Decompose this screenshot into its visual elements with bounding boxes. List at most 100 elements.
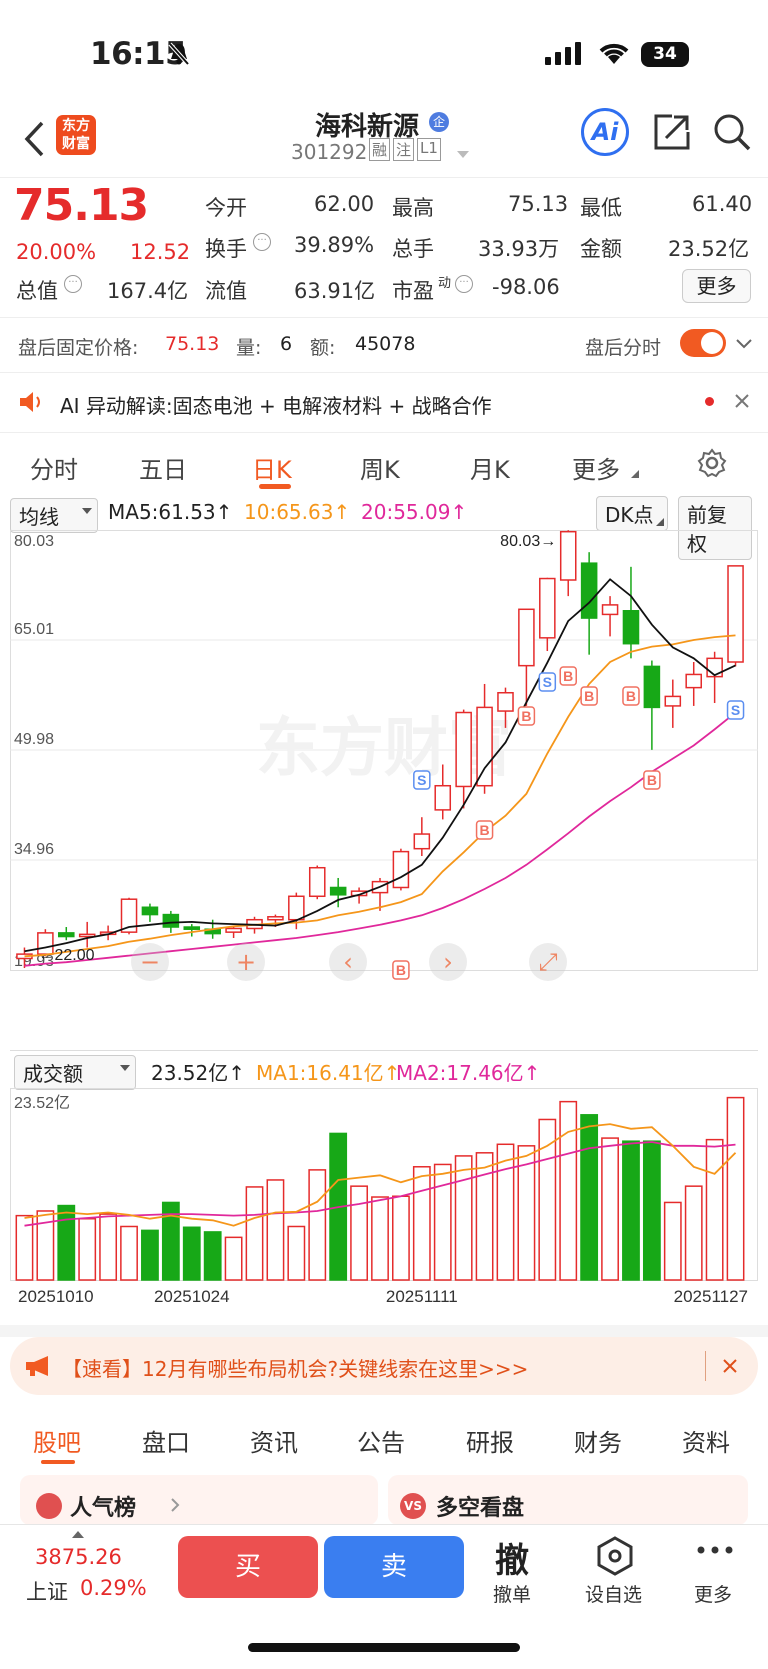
indicator-select-value: 均线	[19, 505, 59, 529]
candle-body	[392, 850, 410, 889]
candlestick-chart[interactable]: 80.0365.0149.9834.9619.93东方财富80.03→←22.0…	[10, 530, 758, 1050]
index-name: 上证	[26, 1580, 68, 1604]
expand-icon[interactable]: ⤢	[529, 943, 567, 981]
volume-bar	[538, 1118, 557, 1281]
candle-body	[183, 926, 201, 930]
dk-point-label: DK点	[605, 503, 654, 527]
pe-label: 市盈	[392, 279, 434, 303]
volume-bar	[496, 1143, 515, 1281]
dropdown-caret-icon	[82, 508, 92, 514]
tab-weekly-k[interactable]: 周K	[360, 450, 400, 485]
tab-forum[interactable]: 股吧	[33, 1423, 81, 1458]
chevron-left-icon[interactable]: ‹	[329, 943, 367, 981]
zoom-in-icon[interactable]: +	[227, 943, 265, 981]
candle-body	[455, 711, 472, 788]
y-tick-label: 49.98	[14, 731, 54, 748]
ai-button[interactable]: Ai	[581, 108, 629, 156]
add-watchlist-label[interactable]: 设自选	[585, 1580, 642, 1607]
unread-dot	[705, 397, 714, 406]
tab-monthly-k[interactable]: 月K	[470, 450, 510, 485]
dropdown-caret-icon[interactable]	[456, 150, 470, 160]
promo-text: 【速看】12月有哪些布局机会?关键线索在这里>>>	[62, 1357, 529, 1381]
volume-bar	[705, 1138, 724, 1281]
candle-body	[141, 906, 159, 916]
candle-body	[580, 562, 598, 619]
chevron-right-icon[interactable]: ›	[429, 943, 467, 981]
signal-marker-label: B	[521, 708, 531, 724]
signal-marker-label: S	[417, 772, 426, 788]
search-icon[interactable]	[712, 112, 752, 152]
volume-bar	[308, 1169, 327, 1281]
bull-bear-card[interactable]: VS 多空看盘	[388, 1475, 748, 1525]
tab-financials[interactable]: 财务	[574, 1423, 622, 1458]
info-icon[interactable]: ···	[455, 275, 473, 293]
stock-tags: 融 注 L1	[369, 138, 441, 161]
battery-icon: 34	[641, 42, 689, 67]
candle-body	[601, 604, 619, 616]
tab-five-day[interactable]: 五日	[139, 450, 187, 485]
volume-bar	[120, 1225, 138, 1281]
open-value: 62.00	[314, 192, 375, 216]
tab-intraday[interactable]: 分时	[30, 450, 78, 485]
x-axis-date-label: 20251127	[674, 1287, 748, 1306]
tab-news[interactable]: 资讯	[250, 1423, 298, 1458]
expand-icon-glyph: ⤢	[538, 948, 557, 976]
index-value[interactable]: 3875.26	[35, 1545, 122, 1569]
tab-daily-k[interactable]: 日K	[252, 450, 292, 485]
zoom-out-icon[interactable]: −	[131, 943, 169, 981]
tab-research[interactable]: 研报	[466, 1423, 514, 1458]
section-divider	[0, 1325, 768, 1337]
afterhours-amount: 45078	[355, 333, 416, 355]
candle-body	[497, 691, 514, 712]
settings-gear-icon[interactable]	[697, 448, 727, 478]
x-axis-date-label: 20251111	[386, 1287, 458, 1306]
share-icon[interactable]	[652, 112, 692, 152]
low-value: 61.40	[692, 192, 753, 216]
more-quote-button[interactable]: 更多	[682, 269, 751, 303]
buy-button[interactable]: 买	[178, 1536, 318, 1598]
close-icon[interactable]	[722, 1358, 738, 1374]
candle-body	[329, 886, 347, 896]
eastmoney-logo: 东方 财富	[56, 115, 96, 155]
cancel-order-icon[interactable]: 撤	[495, 1533, 529, 1582]
volume-bar	[287, 1225, 306, 1281]
candle-body	[706, 657, 723, 678]
volume-bar	[684, 1185, 703, 1281]
tab-announcements[interactable]: 公告	[357, 1423, 405, 1458]
candle-body	[559, 530, 577, 581]
more-label[interactable]: 更多	[694, 1580, 732, 1607]
afterhours-amount-label: 额:	[310, 337, 336, 359]
volume-value: 33.93万	[478, 237, 560, 261]
tab-orderbook[interactable]: 盘口	[142, 1423, 190, 1458]
tab-more[interactable]: 更多	[572, 450, 620, 485]
promo-banner[interactable]: 【速看】12月有哪些布局机会?关键线索在这里>>>	[10, 1337, 758, 1395]
cancel-order-label[interactable]: 撤单	[493, 1580, 531, 1607]
home-indicator	[248, 1643, 520, 1652]
candle-body	[518, 608, 535, 667]
close-icon[interactable]	[734, 393, 750, 409]
amount-value: 23.52亿	[668, 237, 750, 261]
volume-bar	[433, 1163, 452, 1281]
ai-insight-text[interactable]: AI 异动解读:固态电池 + 电解液材料 + 战略合作	[60, 390, 492, 419]
chevron-down-icon[interactable]	[735, 338, 753, 350]
volume-bar	[245, 1186, 264, 1281]
afterhours-toggle[interactable]	[680, 329, 726, 357]
zoom-in-icon-glyph: +	[236, 948, 256, 976]
volume-bar	[580, 1114, 599, 1281]
afterhours-toggle-label: 盘后分时	[585, 337, 662, 359]
status-bar: 16:15 34	[0, 0, 768, 110]
indicator-select[interactable]: 均线	[10, 498, 98, 533]
back-arrow-icon[interactable]	[22, 120, 46, 158]
tab-profile[interactable]: 资料	[682, 1423, 730, 1458]
sell-button[interactable]: 卖	[324, 1536, 464, 1598]
volume-chart[interactable]: 23.52亿 20251010 20251024 20251111 20251127	[10, 1080, 758, 1310]
volume-bar	[57, 1204, 76, 1281]
volume-bar	[392, 1195, 410, 1281]
info-icon[interactable]: ···	[253, 233, 271, 251]
info-icon[interactable]: ···	[64, 275, 82, 293]
more-dots-icon[interactable]	[697, 1545, 733, 1555]
popularity-title: 人气榜	[70, 1496, 137, 1521]
popularity-card[interactable]: 人气榜	[20, 1475, 378, 1525]
add-watchlist-hexagon-icon[interactable]	[595, 1535, 635, 1577]
volume-bar	[601, 1137, 619, 1281]
